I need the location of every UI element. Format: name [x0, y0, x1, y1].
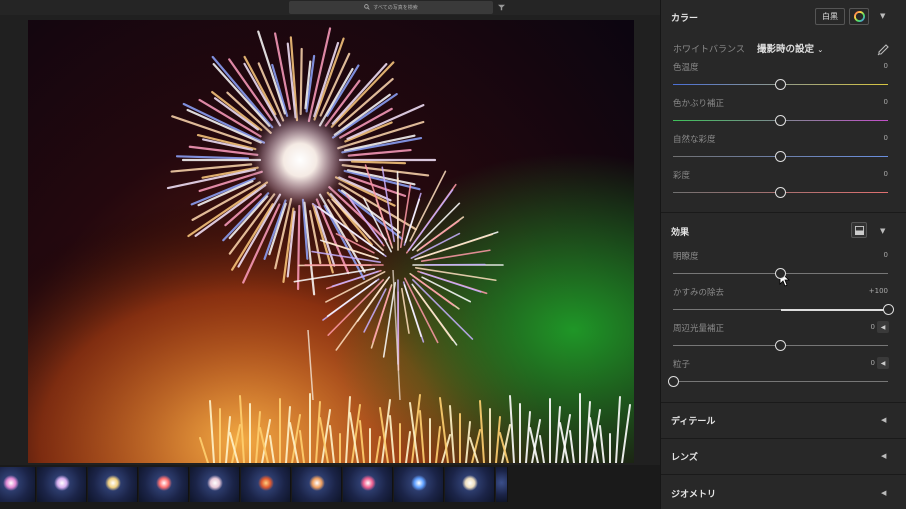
main-photo[interactable] — [28, 20, 634, 463]
thumbnail[interactable] — [343, 467, 393, 502]
top-bar: すべての写真を検索 — [0, 0, 660, 15]
color-slider-label: 色温度 — [673, 63, 699, 73]
section-divider — [661, 474, 906, 475]
filmstrip — [0, 465, 660, 509]
effect-slider-value[interactable]: 0 — [841, 359, 875, 367]
color-section-title[interactable]: カラー — [671, 11, 698, 24]
thumbnail[interactable] — [88, 467, 138, 502]
geometry-section-title[interactable]: ジオメトリ — [671, 487, 716, 500]
thumbnail[interactable] — [139, 467, 189, 502]
effect-slider-handle[interactable] — [667, 376, 679, 387]
thumbnail[interactable] — [394, 467, 444, 502]
thumbnail[interactable] — [496, 467, 508, 502]
color-slider-handle[interactable] — [775, 187, 786, 198]
expand-arrow-icon[interactable]: ◀ — [877, 357, 889, 369]
chevron-down-icon: ⌄ — [817, 46, 824, 54]
bw-button[interactable]: 白黒 — [815, 8, 845, 25]
thumbnail[interactable] — [292, 467, 342, 502]
effect-slider-label: かすみの除去 — [673, 288, 725, 298]
effect-slider-track[interactable] — [673, 381, 888, 382]
photo-viewer — [0, 15, 660, 465]
thumbnail[interactable] — [37, 467, 87, 502]
effect-slider-handle[interactable] — [775, 340, 786, 351]
search-icon — [364, 3, 370, 12]
eyedropper-icon[interactable] — [877, 41, 889, 60]
color-slider-handle[interactable] — [775, 79, 786, 90]
color-collapse-chevron-icon[interactable]: ▼ — [880, 12, 885, 20]
thumbnail[interactable] — [0, 467, 36, 502]
color-slider-value[interactable]: 0 — [831, 62, 888, 70]
section-divider — [661, 212, 906, 213]
effect-slider-fill — [780, 308, 888, 311]
search-field[interactable]: すべての写真を検索 — [289, 1, 493, 14]
section-divider — [661, 438, 906, 439]
color-slider-label: 自然な彩度 — [673, 135, 716, 145]
color-slider-value[interactable]: 0 — [831, 98, 888, 106]
lens-expand-chevron-icon[interactable]: ◀ — [881, 452, 886, 460]
effects-collapse-chevron-icon[interactable]: ▼ — [880, 227, 885, 235]
color-slider-label: 彩度 — [673, 171, 691, 181]
search-placeholder: すべての写真を検索 — [373, 5, 418, 11]
effect-slider-label: 周辺光量補正 — [673, 324, 725, 334]
lens-section-title[interactable]: レンズ — [671, 450, 698, 463]
color-slider-label: 色かぶり補正 — [673, 99, 725, 109]
effect-slider-value[interactable]: 0 — [841, 323, 875, 331]
detail-section-title[interactable]: ディテール — [671, 414, 715, 427]
effect-slider-handle[interactable] — [775, 268, 786, 279]
vignette-icon[interactable] — [851, 222, 867, 238]
effects-section-title[interactable]: 効果 — [671, 225, 689, 238]
filter-icon[interactable] — [497, 2, 505, 12]
effect-slider-value[interactable]: +100 — [831, 287, 888, 295]
detail-expand-chevron-icon[interactable]: ◀ — [881, 416, 886, 424]
effect-slider-handle[interactable] — [882, 304, 894, 315]
white-balance-value: 撮影時の設定 — [757, 44, 815, 55]
thumbnail[interactable] — [190, 467, 240, 502]
thumbnail[interactable] — [241, 467, 291, 502]
white-balance-label: ホワイトバランス — [673, 45, 745, 55]
geometry-expand-chevron-icon[interactable]: ◀ — [881, 489, 886, 497]
effect-slider-label: 明瞭度 — [673, 252, 699, 262]
section-divider — [661, 402, 906, 403]
color-wheel-icon[interactable] — [849, 8, 869, 25]
color-slider-handle[interactable] — [775, 115, 786, 126]
effect-slider-label: 粒子 — [673, 360, 691, 370]
color-slider-value[interactable]: 0 — [831, 134, 888, 142]
adjustments-panel: カラー 白黒 ▼ ホワイトバランス 撮影時の設定 ⌄ 効果 ▼ ディテール ◀ … — [660, 0, 906, 509]
color-slider-handle[interactable] — [775, 151, 786, 162]
white-balance-dropdown[interactable]: 撮影時の設定 ⌄ — [757, 41, 823, 55]
color-slider-value[interactable]: 0 — [831, 170, 888, 178]
thumbnail[interactable] — [445, 467, 495, 502]
fireworks-image — [28, 20, 634, 463]
expand-arrow-icon[interactable]: ◀ — [877, 321, 889, 333]
effect-slider-value[interactable]: 0 — [831, 251, 888, 259]
